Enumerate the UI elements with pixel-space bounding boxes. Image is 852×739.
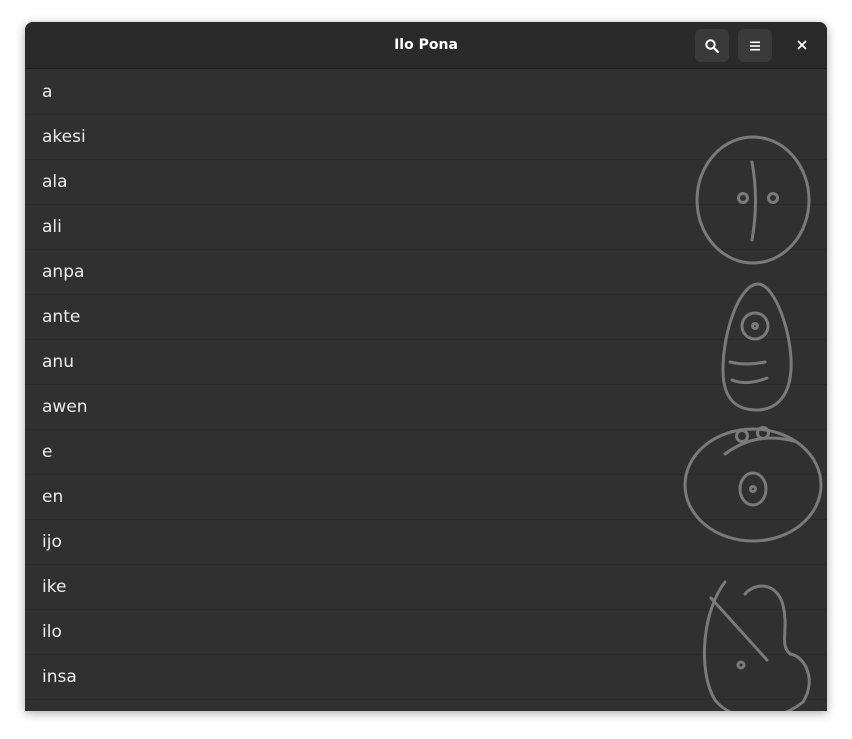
main-menu-button[interactable] [738, 29, 772, 62]
hamburger-menu-icon [750, 41, 760, 50]
word-list: a akesi ala ali anpa ante anu awen e en … [25, 70, 827, 711]
word-label: en [42, 487, 64, 507]
word-row[interactable]: anpa [25, 250, 827, 295]
word-label: ilo [42, 622, 62, 642]
word-row[interactable]: ala [25, 160, 827, 205]
search-icon [705, 38, 720, 53]
word-row[interactable]: e [25, 430, 827, 475]
word-row[interactable]: ante [25, 295, 827, 340]
word-label: ala [42, 172, 68, 192]
search-button[interactable] [695, 29, 729, 62]
word-row[interactable]: awen [25, 385, 827, 430]
word-label: insa [42, 667, 77, 687]
word-label: akesi [42, 127, 86, 147]
word-label: e [42, 442, 53, 462]
close-icon [797, 40, 807, 50]
app-window: Ilo Pona a akesi ala ali anpa ante anu a… [25, 22, 827, 711]
word-row[interactable]: en [25, 475, 827, 520]
word-row[interactable]: insa [25, 655, 827, 700]
word-row[interactable]: akesi [25, 115, 827, 160]
word-row[interactable]: ike [25, 565, 827, 610]
word-label: awen [42, 397, 88, 417]
word-row[interactable]: ilo [25, 610, 827, 655]
word-label: anpa [42, 262, 85, 282]
word-row[interactable]: ali [25, 205, 827, 250]
word-label: ike [42, 577, 67, 597]
close-button[interactable] [790, 33, 814, 57]
word-label: a [42, 82, 53, 102]
word-row[interactable] [25, 700, 827, 711]
word-row[interactable]: anu [25, 340, 827, 385]
word-row[interactable]: a [25, 70, 827, 115]
word-label: anu [42, 352, 74, 372]
header-bar: Ilo Pona [25, 22, 827, 69]
word-row[interactable]: ijo [25, 520, 827, 565]
word-label: ante [42, 307, 81, 327]
word-label: ijo [42, 532, 62, 552]
word-label: ali [42, 217, 62, 237]
